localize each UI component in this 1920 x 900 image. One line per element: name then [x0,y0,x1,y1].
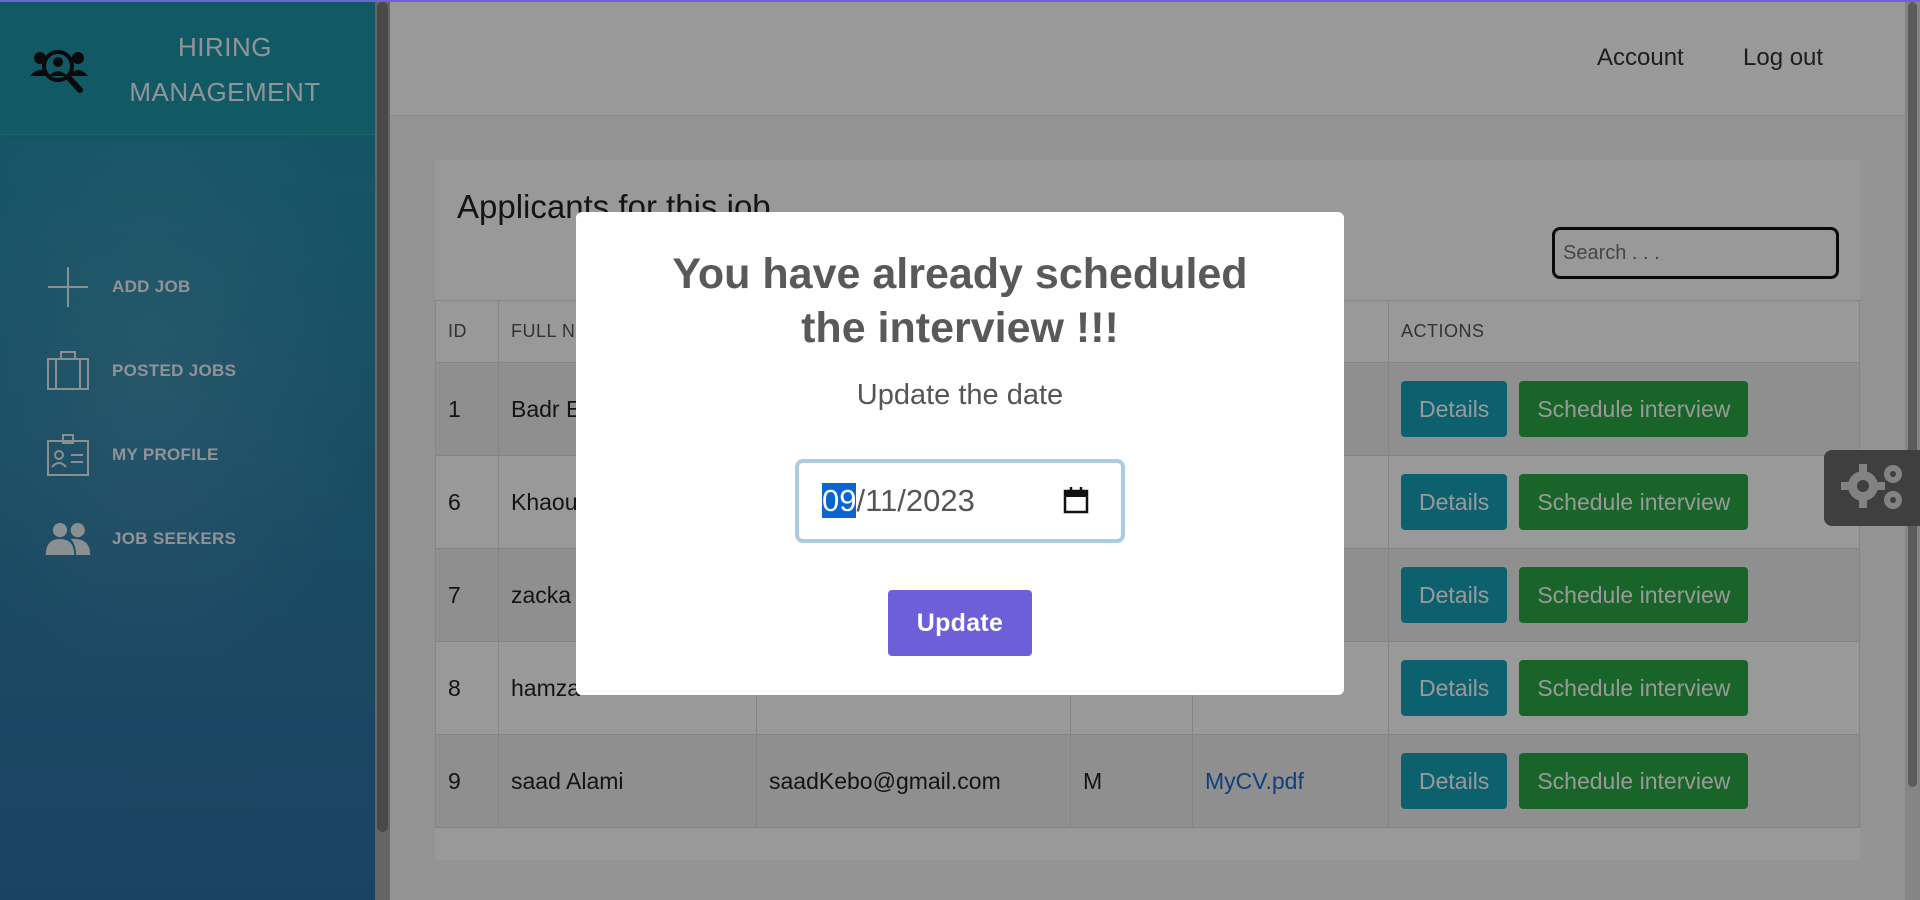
date-value: 09/11/2023 [822,483,975,519]
top-accent-line [0,0,1920,2]
reschedule-modal: You have already scheduled the interview… [576,212,1344,695]
modal-title-line2: the interview !!! [801,304,1119,352]
modal-subtitle: Update the date [856,379,1064,411]
calendar-icon[interactable] [1063,486,1089,514]
modal-title: You have already scheduled the interview… [616,247,1304,355]
date-rest-segment[interactable]: /11/2023 [856,483,974,518]
update-button[interactable]: Update [888,590,1032,656]
interview-date-input[interactable]: 09/11/2023 [795,459,1125,543]
date-month-segment[interactable]: 09 [822,483,857,518]
modal-title-line1: You have already scheduled [672,250,1248,298]
